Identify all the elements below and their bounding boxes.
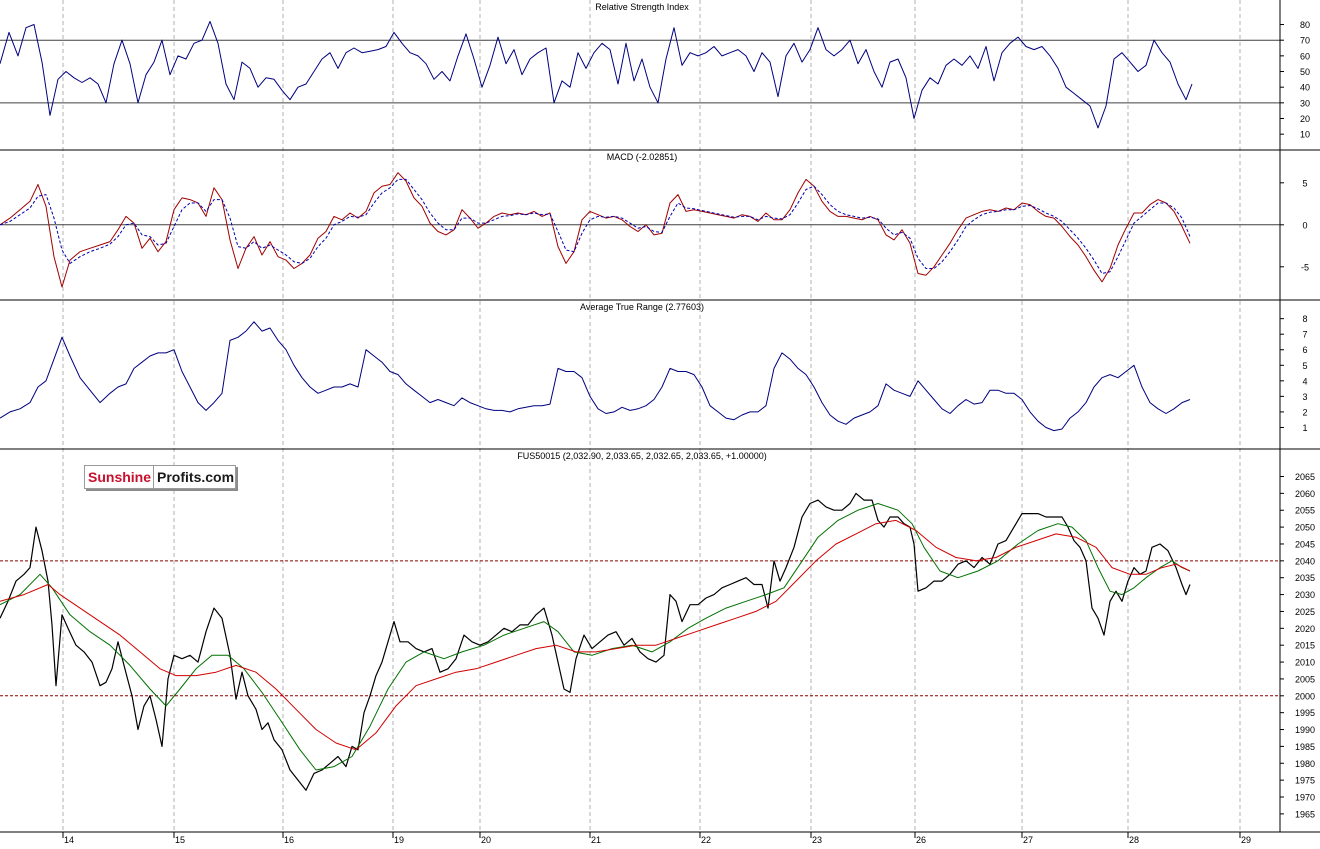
x-tick-label: 23 [812, 835, 822, 844]
x-tick-label: 27 [1023, 835, 1033, 844]
y-tick-label: 2050 [1295, 523, 1315, 533]
y-tick-label: 8 [1302, 314, 1307, 324]
y-tick-label: 1975 [1295, 776, 1315, 786]
y-tick-label: 1965 [1295, 809, 1315, 819]
y-tick-label: 50 [1300, 67, 1310, 77]
y-tick-label: 2025 [1295, 607, 1315, 617]
panel-title: Relative Strength Index [595, 2, 689, 12]
y-tick-label: 2000 [1295, 691, 1315, 701]
y-tick-label: 0 [1302, 220, 1307, 230]
y-tick-label: 2065 [1295, 472, 1315, 482]
y-tick-label: 1990 [1295, 725, 1315, 735]
y-tick-label: -5 [1301, 262, 1309, 272]
y-tick-label: 40 [1300, 83, 1310, 93]
y-tick-label: 2015 [1295, 641, 1315, 651]
y-tick-label: 2005 [1295, 674, 1315, 684]
y-tick-label: 5 [1302, 178, 1307, 188]
y-tick-label: 60 [1300, 51, 1310, 61]
y-tick-label: 1985 [1295, 742, 1315, 752]
x-tick-label: 19 [394, 835, 404, 844]
y-tick-label: 1995 [1295, 708, 1315, 718]
x-tick-label: 29 [1241, 835, 1251, 844]
logo-part-sunshine: Sunshine [85, 466, 155, 488]
y-tick-label: 7 [1302, 330, 1307, 340]
y-tick-label: 30 [1300, 98, 1310, 108]
y-tick-label: 3 [1302, 392, 1307, 402]
y-tick-label: 20 [1300, 114, 1310, 124]
y-tick-label: 2030 [1295, 590, 1315, 600]
chart-canvas: 10 20 30 40 50 60 70 80 Relative Strength Index -… [0, 0, 1320, 845]
x-tick-label: 28 [1129, 835, 1139, 844]
y-tick-label: 2045 [1295, 539, 1315, 549]
y-tick-label: 2 [1302, 407, 1307, 417]
panel-title: FUS50015 (2,032.90, 2,033.65, 2,032.65, … [517, 451, 766, 461]
y-tick-label: 4 [1302, 376, 1307, 386]
y-tick-label: 6 [1302, 345, 1307, 355]
y-tick-label: 2060 [1295, 489, 1315, 499]
y-tick-label: 10 [1300, 130, 1310, 140]
x-tick-label: 14 [64, 835, 74, 844]
y-tick-label: 5 [1302, 361, 1307, 371]
y-tick-label: 2020 [1295, 624, 1315, 634]
chart-background [0, 0, 1320, 844]
x-tick-label: 20 [481, 835, 491, 844]
y-tick-label: 2055 [1295, 506, 1315, 516]
logo-part-profits: Profits.com [157, 469, 235, 485]
x-tick-label: 22 [701, 835, 711, 844]
panel-title: MACD (-2.02851) [607, 152, 678, 162]
x-tick-label: 26 [916, 835, 926, 844]
x-tick-label: 15 [175, 835, 185, 844]
chart-svg: 1020304050607080Relative Strength Index-… [0, 0, 1320, 845]
panel-title: Average True Range (2.77603) [580, 302, 704, 312]
sunshine-profits-logo: Sunshine Profits.com [84, 465, 236, 489]
y-tick-label: 1980 [1295, 759, 1315, 769]
y-tick-label: 2040 [1295, 556, 1315, 566]
x-tick-label: 21 [591, 835, 601, 844]
y-tick-label: 80 [1300, 20, 1310, 30]
y-tick-label: 2035 [1295, 573, 1315, 583]
y-tick-label: 2010 [1295, 658, 1315, 668]
x-tick-label: 16 [284, 835, 294, 844]
y-tick-label: 1 [1302, 423, 1307, 433]
y-tick-label: 1970 [1295, 793, 1315, 803]
y-tick-label: 70 [1300, 36, 1310, 46]
